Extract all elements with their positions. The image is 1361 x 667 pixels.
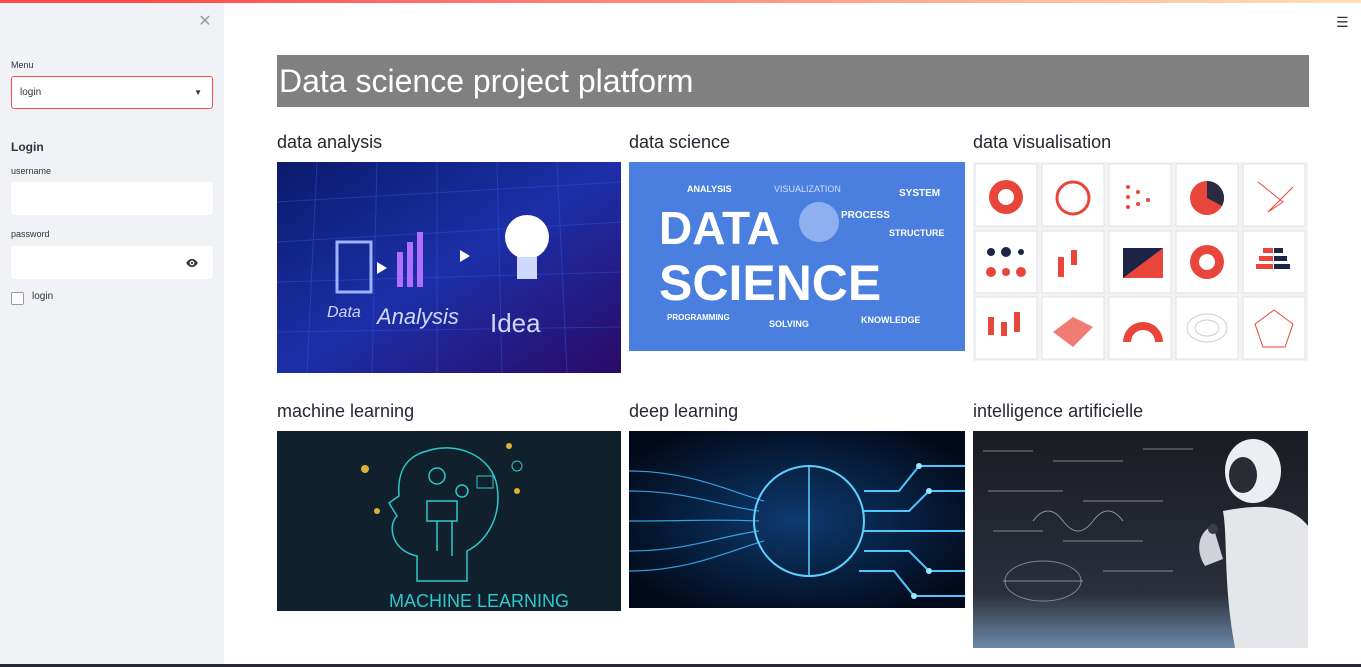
hamburger-icon: ☰ — [1336, 14, 1349, 30]
data-science-image: DATA SCIENCE ANALYSIS VISUALIZATION SYST… — [629, 162, 965, 351]
data-visualisation-image — [973, 162, 1308, 361]
menu-label: Menu — [11, 60, 34, 70]
sidebar-close-button[interactable]: ✕ — [196, 13, 214, 31]
login-heading: Login — [11, 140, 44, 154]
menu-select-value: login — [20, 87, 42, 98]
science-word-knowledge: KNOWLEDGE — [861, 315, 921, 325]
card-title-data-analysis: data analysis — [277, 132, 383, 152]
username-label: username — [11, 166, 52, 176]
password-field[interactable] — [11, 246, 213, 279]
ml-caption: MACHINE LEARNING — [389, 591, 569, 611]
science-word-process: PROCESS — [841, 210, 890, 221]
intelligence-artificielle-image — [973, 431, 1308, 648]
deep-learning-image — [629, 431, 965, 608]
close-icon: ✕ — [198, 13, 212, 30]
page-title-bar: Data science project platform — [277, 55, 1309, 107]
eye-icon[interactable] — [185, 256, 199, 270]
hamburger-menu-button[interactable]: ☰ — [1336, 14, 1349, 31]
chevron-down-icon: ▼ — [194, 88, 202, 97]
science-word-solving: SOLVING — [769, 319, 809, 329]
science-word-analysis: ANALYSIS — [687, 184, 732, 194]
card-title-deep-learning: deep learning — [629, 401, 739, 421]
machine-learning-image: MACHINE LEARNING — [277, 431, 621, 611]
analysis-word-idea: Idea — [490, 308, 541, 338]
sidebar: ✕ Menu login ▼ Login username password l… — [0, 3, 224, 667]
card-title-data-science: data science — [629, 132, 731, 152]
login-checkbox-label: login — [32, 291, 54, 302]
page-title: Data science project platform — [279, 63, 694, 99]
analysis-word-data: Data — [327, 304, 361, 321]
menu-select[interactable]: login ▼ — [11, 76, 213, 109]
analysis-word-analysis: Analysis — [375, 304, 459, 329]
science-word-programming: PROGRAMMING — [667, 313, 730, 322]
card-title-intelligence-artificielle: intelligence artificielle — [973, 401, 1144, 421]
science-big-science: SCIENCE — [659, 255, 881, 311]
password-label: password — [11, 229, 50, 239]
login-checkbox[interactable] — [11, 292, 24, 305]
card-title-data-visualisation: data visualisation — [973, 132, 1112, 152]
username-field[interactable] — [11, 182, 213, 215]
science-word-structure: STRUCTURE — [889, 228, 945, 238]
science-big-data: DATA — [659, 202, 780, 254]
card-title-machine-learning: machine learning — [277, 401, 415, 421]
science-word-system: SYSTEM — [899, 188, 940, 199]
data-analysis-image: Data Analysis Idea — [277, 162, 621, 373]
science-word-visualization: VISUALIZATION — [774, 184, 841, 194]
